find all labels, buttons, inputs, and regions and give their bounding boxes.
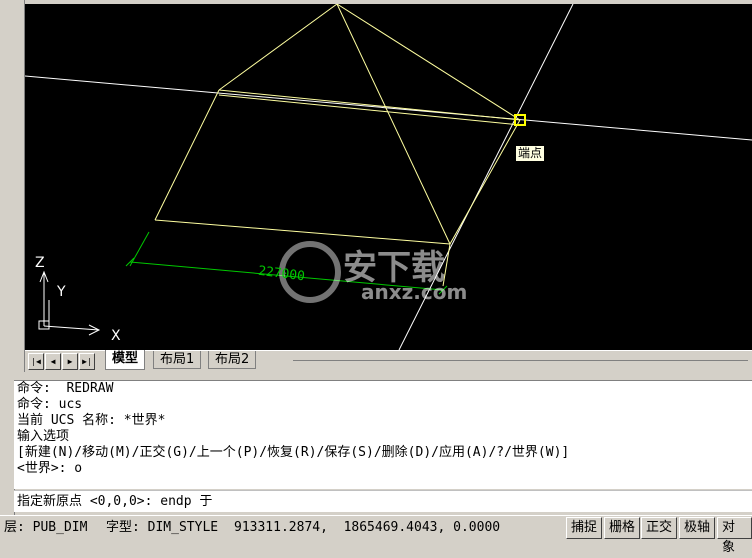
history-line: [新建(N)/移动(M)/正交(G)/上一个(P)/恢复(R)/保存(S)/删除… [17, 445, 570, 460]
dimension-extension-line [129, 231, 150, 267]
grid-toggle[interactable]: 栅格 [604, 517, 641, 539]
tab-layout2[interactable]: 布局2 [208, 351, 257, 369]
pyramid-edge [218, 4, 338, 91]
snap-tooltip: 端点 [515, 145, 546, 162]
tab-model[interactable]: 模型 [105, 350, 146, 370]
ucs-y-label: Y [56, 284, 66, 300]
tab-layout1[interactable]: 布局1 [153, 351, 202, 369]
last-tab-icon[interactable]: ▶| [79, 353, 95, 370]
construction-line-horizontal [25, 75, 752, 141]
pyramid-edge [449, 119, 521, 245]
left-frame [0, 0, 25, 372]
next-tab-icon[interactable]: ▶ [62, 353, 78, 370]
prev-tab-icon[interactable]: ◀ [45, 353, 61, 370]
pyramid-edge [218, 89, 521, 121]
ortho-toggle[interactable]: 正交 [641, 517, 678, 539]
splitter[interactable] [0, 372, 752, 380]
dimension-text: 227000 [257, 264, 305, 285]
first-tab-icon[interactable]: |◀ [28, 353, 44, 370]
coordinate-readout: 913311.2874, 1865469.4043, 0.0000 [234, 520, 501, 535]
polar-toggle[interactable]: 极轴 [679, 517, 716, 539]
drawing-viewport[interactable]: 227000 Z Y X 端点 安下载 anxz.com [25, 4, 752, 350]
history-line: 命令: REDRAW [17, 381, 114, 396]
current-text-style: 字型: DIM_STYLE [106, 520, 219, 535]
command-window-frame [0, 380, 15, 515]
snap-toggle[interactable]: 捕捉 [566, 517, 603, 539]
layout-tab-bar: |◀ ◀ ▶ ▶| 模型 布局1 布局2 [25, 350, 752, 373]
watermark-domain: anxz.com [361, 280, 468, 304]
current-layer: 层: PUB_DIM [4, 520, 88, 535]
command-input[interactable]: 指定新原点 <0,0,0>: endp 于 [14, 490, 752, 512]
history-line: 当前 UCS 名称: *世界* [17, 413, 166, 428]
tab-scrollbar[interactable] [293, 360, 748, 361]
pyramid-edge [218, 94, 521, 126]
command-history: 命令: REDRAW 命令: ucs 当前 UCS 名称: *世界* 输入选项 … [14, 380, 752, 489]
history-line: 命令: ucs [17, 397, 83, 412]
ucs-z-label: Z [35, 255, 45, 271]
ucs-x-axis [43, 325, 100, 331]
ucs-x-label: X [111, 328, 121, 344]
pyramid-edge [154, 89, 220, 221]
history-line: 输入选项 [17, 429, 70, 444]
status-bar: 层: PUB_DIM 字型: DIM_STYLE 913311.2874, 18… [0, 515, 752, 555]
osnap-toggle[interactable]: 对象 [717, 517, 752, 555]
history-line: <世界>: o [17, 461, 83, 476]
